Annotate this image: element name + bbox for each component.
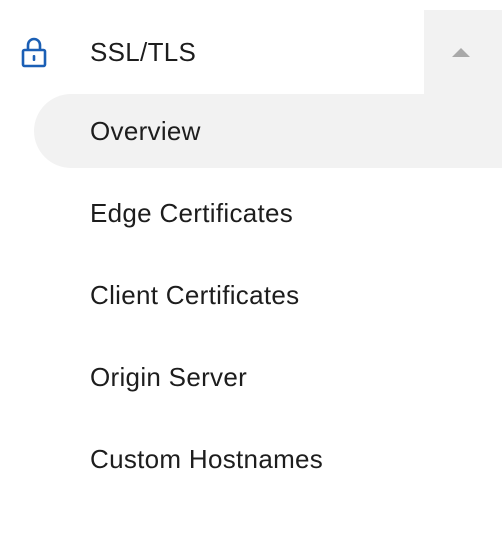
section-title: SSL/TLS: [90, 37, 197, 67]
chevron-up-icon: [452, 48, 470, 57]
lock-icon: [20, 36, 48, 68]
sidebar-item-edge-certificates[interactable]: Edge Certificates: [34, 176, 502, 250]
sidebar-item-origin-server[interactable]: Origin Server: [34, 340, 502, 414]
sidebar-item-label: Origin Server: [90, 362, 248, 392]
sidebar-item-label: Overview: [90, 116, 201, 146]
sidebar-nav: SSL/TLS Overview Edge Certificates Clien…: [0, 0, 502, 546]
sidebar-item-label: Client Certificates: [90, 280, 300, 310]
sidebar-item-client-certificates[interactable]: Client Certificates: [34, 258, 502, 332]
collapse-toggle[interactable]: [424, 10, 502, 94]
section-header-ssl-tls[interactable]: SSL/TLS: [0, 0, 502, 94]
sidebar-item-label: Custom Hostnames: [90, 444, 324, 474]
sidebar-item-custom-hostnames[interactable]: Custom Hostnames: [34, 422, 502, 496]
sidebar-item-overview[interactable]: Overview: [34, 94, 502, 168]
sidebar-item-label: Edge Certificates: [90, 198, 294, 228]
